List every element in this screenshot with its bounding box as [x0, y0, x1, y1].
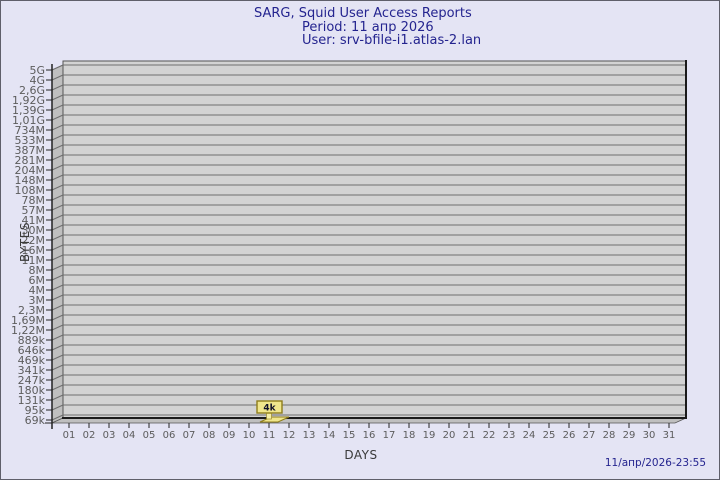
- x-axis-tick-label: 26: [563, 430, 576, 441]
- x-axis-tick-label: 11: [263, 430, 276, 441]
- x-axis-tick-label: 30: [643, 430, 656, 441]
- report-timestamp: 11/апр/2026-23:55: [605, 457, 706, 469]
- x-axis-tick-label: 02: [83, 430, 96, 441]
- x-axis-tick-label: 03: [103, 430, 116, 441]
- x-axis-tick-label: 25: [543, 430, 556, 441]
- x-axis-tick-label: 04: [123, 430, 136, 441]
- x-axis-tick-label: 05: [143, 430, 156, 441]
- access-bytes-bar-chart: 5G4G2,6G1,92G1,39G1,01G734M533M387M281M2…: [1, 1, 720, 480]
- x-axis-tick-label: 22: [483, 430, 496, 441]
- x-axis-tick-label: 17: [383, 430, 396, 441]
- x-axis-tick-label: 16: [363, 430, 376, 441]
- y-axis-title: BYTES: [18, 222, 32, 262]
- x-axis-tick-label: 09: [223, 430, 236, 441]
- x-axis-tick-label: 29: [623, 430, 636, 441]
- x-axis-tick-label: 08: [203, 430, 216, 441]
- x-axis-tick-label: 27: [583, 430, 596, 441]
- x-axis-tick-label: 21: [463, 430, 476, 441]
- bar-value-label: 4k: [263, 404, 276, 414]
- x-axis-tick-label: 18: [403, 430, 416, 441]
- x-axis-tick-label: 15: [343, 430, 356, 441]
- x-axis-tick-label: 07: [183, 430, 196, 441]
- x-axis-title: DAYS: [344, 448, 377, 462]
- x-axis-tick-label: 13: [303, 430, 316, 441]
- x-axis-tick-label: 12: [283, 430, 296, 441]
- y-axis-tick-label: 69k: [25, 414, 46, 427]
- x-axis-tick-label: 06: [163, 430, 176, 441]
- x-axis-tick-label: 24: [523, 430, 536, 441]
- x-axis-tick-label: 31: [663, 430, 676, 441]
- x-axis-tick-label: 10: [243, 430, 256, 441]
- x-axis-tick-label: 14: [323, 430, 336, 441]
- x-axis-tick-label: 01: [63, 430, 76, 441]
- x-axis-tick-label: 28: [603, 430, 616, 441]
- x-axis-tick-label: 19: [423, 430, 436, 441]
- x-axis-tick-label: 20: [443, 430, 456, 441]
- x-axis-tick-label: 23: [503, 430, 516, 441]
- sarg-report-window: SARG, Squid User Access Reports Period: …: [0, 0, 720, 480]
